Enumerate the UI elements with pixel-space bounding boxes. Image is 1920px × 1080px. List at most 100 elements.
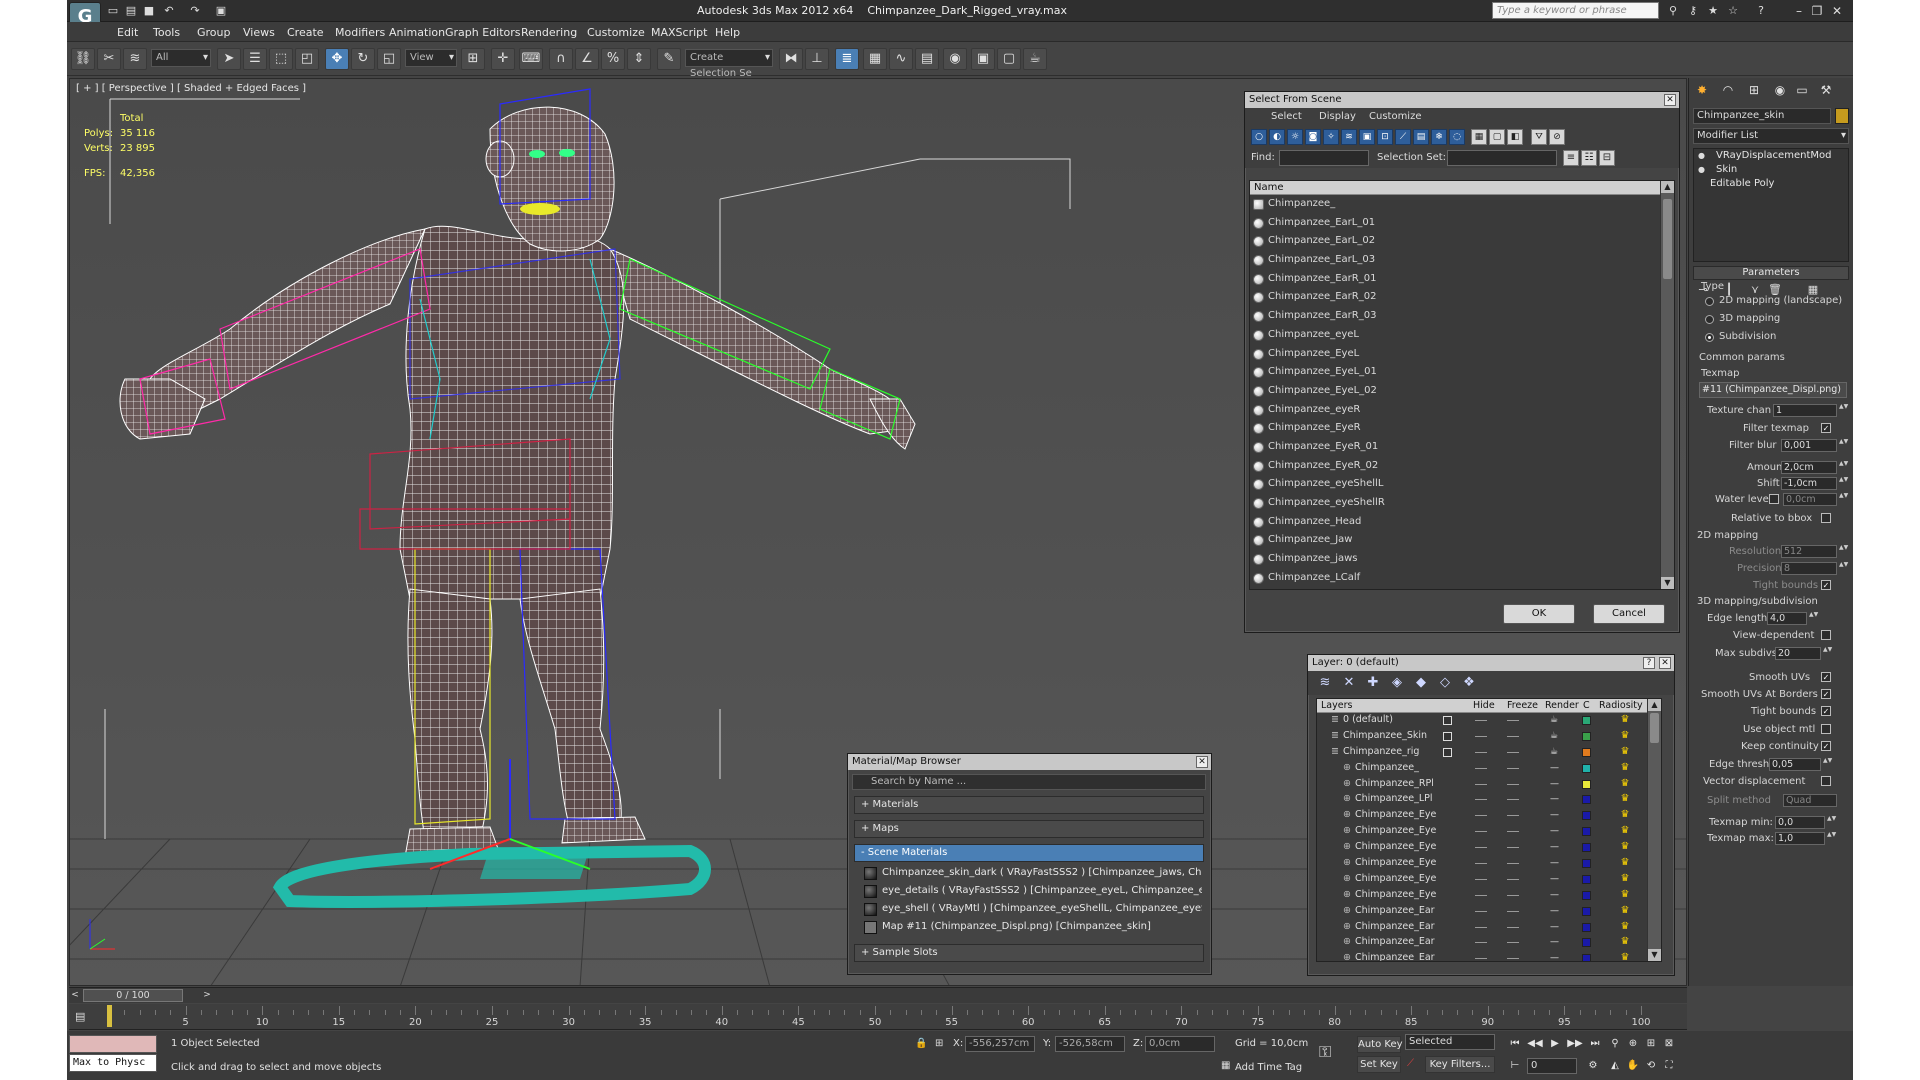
- render-toggle-icon[interactable]: —: [1550, 826, 1561, 836]
- texmap-button[interactable]: #11 (Chimpanzee_Displ.png): [1699, 382, 1847, 398]
- zoom-all-icon[interactable]: ⊕: [1625, 1036, 1641, 1052]
- shift-field[interactable]: -1,0cm: [1781, 477, 1837, 490]
- col-render[interactable]: Render: [1545, 700, 1579, 711]
- scene-list-scrollbar[interactable]: ▲ ▼: [1660, 181, 1674, 589]
- hide-toggle[interactable]: [1475, 910, 1487, 912]
- hide-toggle[interactable]: [1475, 831, 1487, 833]
- display-frozen-icon[interactable]: ❄: [1431, 129, 1447, 145]
- clear-filter-icon[interactable]: ⊘: [1549, 129, 1565, 145]
- selection-filter-dropdown[interactable]: All: [151, 49, 211, 67]
- project-folder-icon[interactable]: ▣: [213, 3, 229, 19]
- select-and-link-icon[interactable]: ⛓: [71, 48, 95, 70]
- display-cameras-icon[interactable]: ◙: [1305, 129, 1321, 145]
- radiosity-icon[interactable]: ♛: [1619, 793, 1631, 805]
- subscription-icon[interactable]: ⚷: [1685, 3, 1701, 19]
- hide-all-layers-icon[interactable]: ◇: [1436, 675, 1454, 691]
- selection-set-dropdown[interactable]: [1447, 150, 1557, 166]
- scene-object-item[interactable]: Chimpanzee_EyeR_01: [1250, 438, 1674, 457]
- sort-icon[interactable]: ≡: [1563, 150, 1579, 166]
- spinner-icon[interactable]: ▲▼: [1827, 832, 1836, 845]
- object-color-swatch[interactable]: [1835, 108, 1849, 124]
- menu-group[interactable]: Group: [197, 26, 231, 39]
- layer-color-swatch[interactable]: [1582, 954, 1591, 961]
- close-icon[interactable]: ✕: [1829, 3, 1845, 19]
- render-toggle-icon[interactable]: ☕: [1550, 747, 1561, 757]
- render-toggle-icon[interactable]: —: [1550, 953, 1561, 961]
- freeze-toggle[interactable]: [1507, 863, 1519, 865]
- create-tab-icon[interactable]: ✸: [1693, 82, 1711, 98]
- zoom-icon[interactable]: ⚲: [1607, 1036, 1623, 1052]
- render-toggle-icon[interactable]: ☕: [1550, 731, 1561, 741]
- render-toggle-icon[interactable]: —: [1550, 906, 1561, 916]
- highlight-selected-icon[interactable]: ◆: [1412, 675, 1430, 691]
- bind-to-space-warp-icon[interactable]: ≋: [123, 48, 147, 70]
- col-freeze[interactable]: Freeze: [1507, 700, 1538, 711]
- graphite-tools-icon[interactable]: ▦: [863, 48, 887, 70]
- freeze-toggle[interactable]: [1507, 878, 1519, 880]
- hide-toggle[interactable]: [1475, 926, 1487, 928]
- radiosity-icon[interactable]: ♛: [1619, 730, 1631, 742]
- freeze-toggle[interactable]: [1507, 783, 1519, 785]
- render-toggle-icon[interactable]: —: [1550, 922, 1561, 932]
- scene-object-item[interactable]: Chimpanzee_: [1250, 195, 1674, 214]
- hide-toggle[interactable]: [1475, 958, 1487, 960]
- amount-field[interactable]: 2,0cm: [1781, 461, 1837, 474]
- render-toggle-icon[interactable]: —: [1550, 842, 1561, 852]
- spinner-icon[interactable]: ▲▼: [1839, 562, 1848, 575]
- help-icon[interactable]: ?: [1753, 3, 1769, 19]
- layer-row[interactable]: ≣ 0 (default) ☕ ♛: [1317, 713, 1661, 729]
- materials-section[interactable]: + Materials: [854, 796, 1204, 814]
- scene-object-item[interactable]: Chimpanzee_eyeShellL: [1250, 475, 1674, 494]
- edge-thresh-field[interactable]: 0,05: [1769, 758, 1821, 771]
- radiosity-icon[interactable]: ♛: [1619, 921, 1631, 933]
- render-toggle-icon[interactable]: —: [1550, 858, 1561, 868]
- scene-object-item[interactable]: Chimpanzee_EarR_03: [1250, 307, 1674, 326]
- scene-material-item[interactable]: eye_shell ( VRayMtl ) [Chimpanzee_eyeShe…: [862, 900, 1202, 918]
- hide-toggle[interactable]: [1475, 735, 1487, 737]
- texmap-max-field[interactable]: 1,0: [1775, 832, 1825, 845]
- type-subdivision-radio[interactable]: [1705, 333, 1714, 342]
- display-lights-icon[interactable]: ☼: [1287, 129, 1303, 145]
- layer-row[interactable]: ⊕ Chimpanzee_Eye — ♛: [1317, 856, 1661, 872]
- menu-help[interactable]: Help: [715, 26, 740, 39]
- menu-graph-editors[interactable]: Graph Editors: [445, 26, 521, 39]
- scene-object-item[interactable]: Chimpanzee_eyeL: [1250, 326, 1674, 345]
- minimize-icon[interactable]: –: [1791, 3, 1807, 19]
- scene-material-item[interactable]: eye_details ( VRayFastSSS2 ) [Chimpanzee…: [862, 882, 1202, 900]
- current-frame-field[interactable]: 0: [1527, 1058, 1577, 1074]
- hide-toggle[interactable]: [1475, 751, 1487, 753]
- render-toggle-icon[interactable]: —: [1550, 794, 1561, 804]
- delete-layer-icon[interactable]: ✕: [1340, 675, 1358, 691]
- layer-color-swatch[interactable]: [1582, 890, 1591, 900]
- menu-views[interactable]: Views: [243, 26, 275, 39]
- set-key-indicator-icon[interactable]: ⟋: [1407, 1058, 1414, 1069]
- maps-section[interactable]: + Maps: [854, 820, 1204, 838]
- menu-create[interactable]: Create: [287, 26, 324, 39]
- keyboard-shortcut-icon[interactable]: ⌨: [519, 48, 543, 70]
- view-dependent-checkbox[interactable]: [1821, 630, 1831, 640]
- render-toggle-icon[interactable]: ☕: [1550, 715, 1561, 725]
- select-and-scale-icon[interactable]: ◱: [377, 48, 401, 70]
- absolute-mode-icon[interactable]: ⊞: [935, 1038, 943, 1049]
- ok-button[interactable]: OK: [1503, 604, 1575, 624]
- sample-slots-section[interactable]: + Sample Slots: [854, 944, 1204, 962]
- modifier-toggle-icon[interactable]: ●: [1698, 151, 1706, 160]
- time-slider[interactable]: < 0 / 100 >: [69, 987, 1687, 1003]
- current-layer-checkbox[interactable]: [1443, 731, 1452, 741]
- col-radiosity[interactable]: Radiosity: [1599, 700, 1643, 711]
- split-method-dropdown[interactable]: Quad: [1783, 794, 1837, 807]
- close-icon[interactable]: ✕: [1659, 657, 1671, 669]
- select-invert-icon[interactable]: ◧: [1507, 129, 1523, 145]
- rectangular-selection-icon[interactable]: ⬚: [269, 48, 293, 70]
- create-layer-icon[interactable]: ≋: [1316, 675, 1334, 691]
- layer-row[interactable]: ⊕ Chimpanzee_Ear — ♛: [1317, 935, 1661, 951]
- layer-color-swatch[interactable]: [1582, 763, 1591, 773]
- percent-snap-icon[interactable]: %: [601, 48, 625, 70]
- list-options-icon[interactable]: ☷: [1581, 150, 1597, 166]
- field-of-view-icon[interactable]: ◭: [1607, 1058, 1623, 1074]
- select-manipulate-icon[interactable]: ✛: [491, 48, 515, 70]
- keep-continuity-checkbox[interactable]: ✓: [1821, 741, 1831, 751]
- menu-rendering[interactable]: Rendering: [521, 26, 577, 39]
- restore-icon[interactable]: ❐: [1809, 3, 1825, 19]
- modify-tab-icon[interactable]: ◠: [1719, 82, 1737, 98]
